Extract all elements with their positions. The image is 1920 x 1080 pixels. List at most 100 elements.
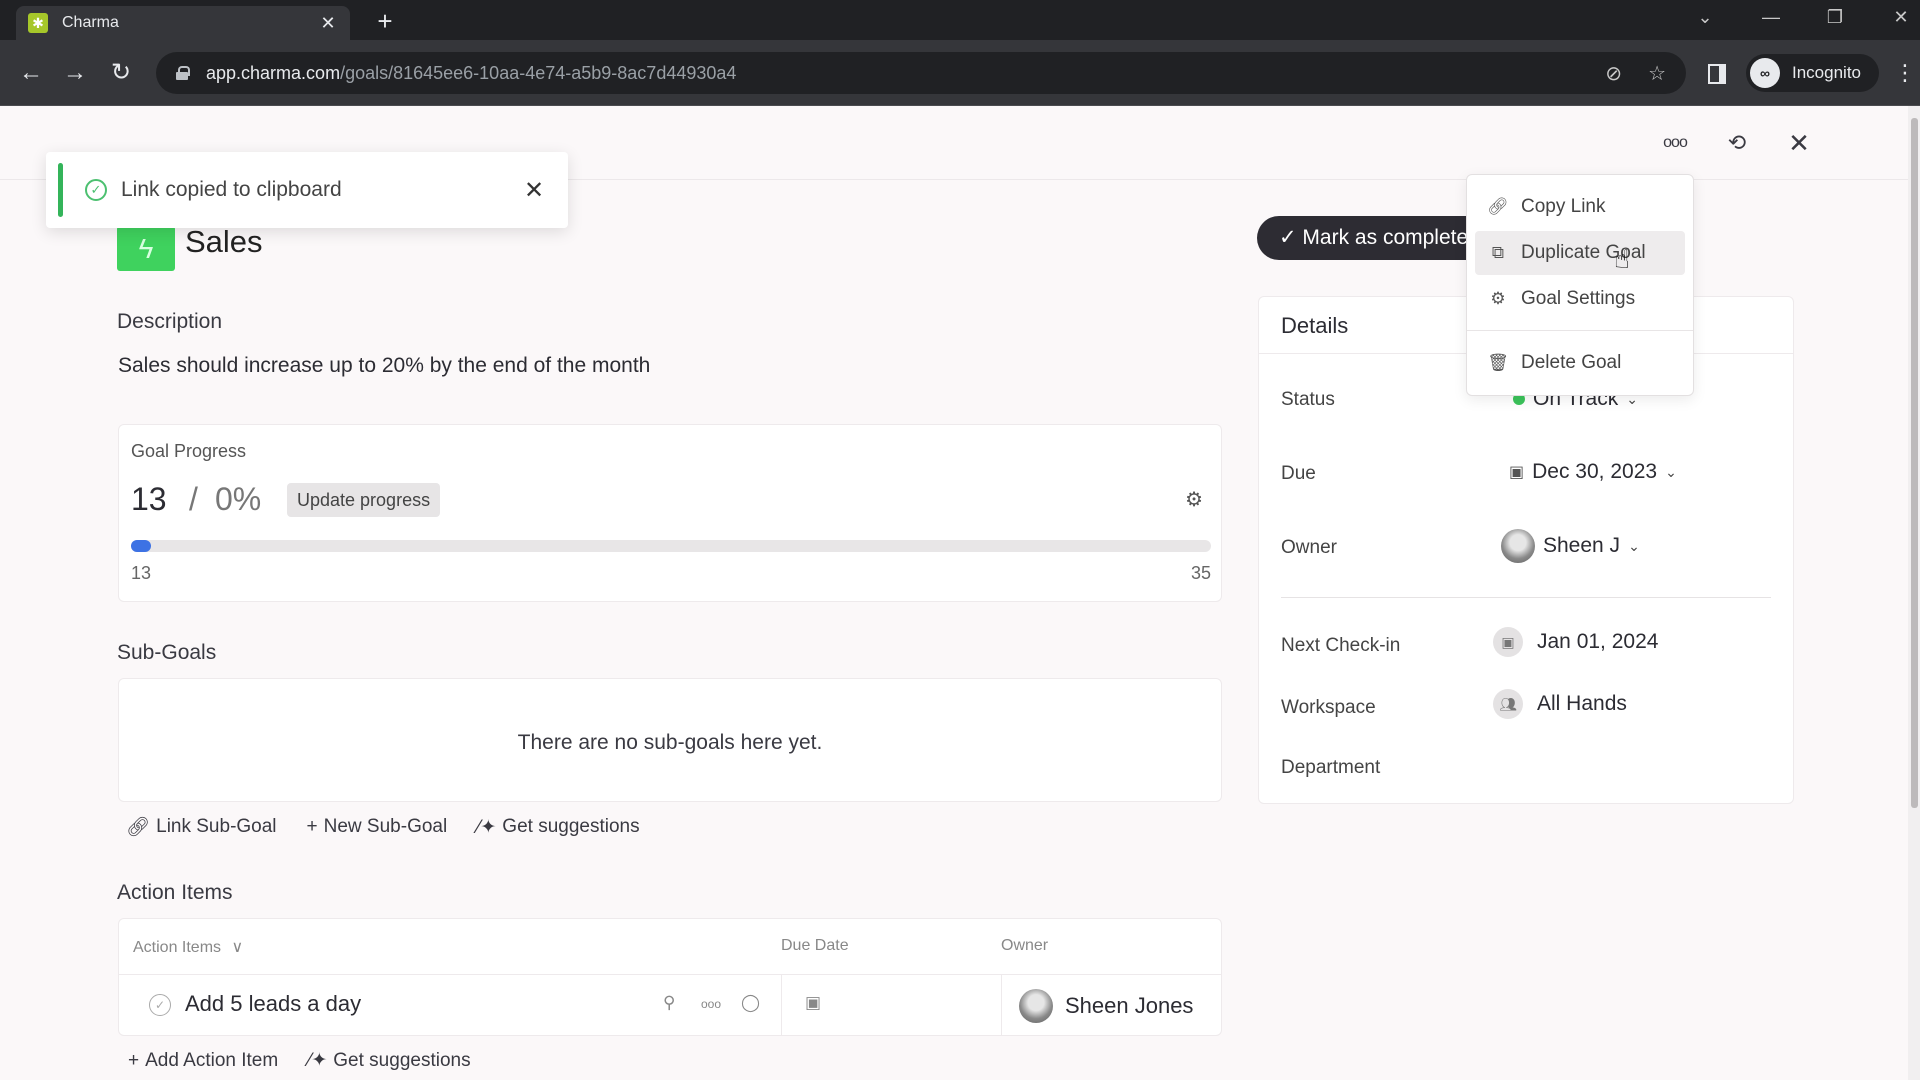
comment-icon[interactable]: ◯ xyxy=(741,993,760,1013)
subgoal-suggestions-button[interactable]: ⁄✦ Get suggestions xyxy=(477,815,639,839)
incognito-profile-button[interactable]: ∞ Incognito xyxy=(1746,54,1879,92)
restore-icon[interactable]: ❐ xyxy=(1820,4,1850,30)
table-row[interactable]: ✓ Add 5 leads a day ⚲ ooo ◯ ▣ Sheen Jone… xyxy=(119,975,1221,1035)
back-icon[interactable]: ← xyxy=(14,56,48,90)
table-header: Action Items ∨ Due Date Owner xyxy=(119,919,1221,975)
people-icon: 👥︎ xyxy=(1493,689,1523,719)
trash-icon: 🗑︎ xyxy=(1487,353,1509,372)
add-action-item-label: Add Action Item xyxy=(145,1049,279,1071)
next-checkin-value-field[interactable]: ▣ Jan 01, 2024 xyxy=(1493,627,1658,657)
more-options-icon[interactable]: ooo xyxy=(701,997,721,1011)
pin-icon[interactable]: ⚲ xyxy=(663,993,675,1013)
owner-label: Owner xyxy=(1281,537,1337,558)
new-tab-button[interactable]: + xyxy=(370,6,400,36)
owner-cell[interactable]: Sheen Jones xyxy=(1019,989,1193,1023)
description-heading: Description xyxy=(117,310,223,333)
new-subgoal-button[interactable]: + New Sub-Goal xyxy=(307,815,448,839)
subgoal-actions: 🔗︎ Link Sub-Goal + New Sub-Goal ⁄✦ Get sugg… xyxy=(126,815,640,839)
menu-item-label: Copy Link xyxy=(1521,196,1606,217)
address-bar[interactable]: app.charma.com /goals/81645ee6-10aa-4e74… xyxy=(156,52,1686,94)
complete-checkbox[interactable]: ✓ xyxy=(149,994,171,1016)
column-label: Action Items xyxy=(133,939,222,956)
avatar xyxy=(1019,989,1053,1023)
next-checkin-label: Next Check-in xyxy=(1281,635,1401,656)
lock-icon xyxy=(176,66,190,80)
forward-icon[interactable]: → xyxy=(58,56,92,90)
eye-off-icon[interactable]: ⊘ xyxy=(1605,61,1622,86)
progress-separator: / xyxy=(189,481,198,517)
mark-complete-button[interactable]: ✓ Mark as complete xyxy=(1257,216,1497,260)
action-item-actions: + Add Action Item ⁄✦ Get suggestions xyxy=(128,1049,471,1072)
link-subgoal-label: Link Sub-Goal xyxy=(156,816,277,837)
add-date-icon[interactable]: ▣ xyxy=(805,993,821,1013)
action-suggestions-button[interactable]: ⁄✦ Get suggestions xyxy=(308,1049,470,1072)
reload-icon[interactable]: ↻ xyxy=(104,56,138,90)
department-label: Department xyxy=(1281,757,1381,778)
progress-current-value: 13 xyxy=(131,481,167,517)
side-panel-icon[interactable] xyxy=(1708,64,1726,84)
browser-tab[interactable]: ✱ Charma ✕ xyxy=(16,6,350,40)
profile-label: Incognito xyxy=(1792,63,1861,82)
menu-item-label: Goal Settings xyxy=(1521,288,1636,309)
close-icon[interactable]: ✕ xyxy=(1782,126,1816,160)
gear-icon[interactable]: ⚙ xyxy=(1185,487,1203,512)
scrollbar-thumb[interactable] xyxy=(1911,118,1918,808)
subgoal-suggestions-label: Get suggestions xyxy=(502,816,640,837)
chevron-down-icon: ⌄ xyxy=(1665,463,1677,480)
add-action-item-button[interactable]: + Add Action Item xyxy=(128,1049,278,1072)
menu-item-copy-link[interactable]: 🔗︎ Copy Link xyxy=(1475,185,1685,229)
column-header-action-items[interactable]: Action Items ∨ xyxy=(133,937,243,957)
toast-close-icon[interactable]: ✕ xyxy=(522,176,546,205)
subgoals-empty-message: There are no sub-goals here yet. xyxy=(517,731,823,754)
next-checkin-value: Jan 01, 2024 xyxy=(1537,630,1659,653)
column-divider xyxy=(781,975,782,1035)
menu-item-delete-goal[interactable]: 🗑︎ Delete Goal xyxy=(1475,341,1685,385)
column-divider xyxy=(1001,975,1002,1035)
goal-description[interactable]: Sales should increase up to 20% by the e… xyxy=(118,354,650,378)
menu-item-goal-settings[interactable]: ⚙ Goal Settings xyxy=(1475,277,1685,321)
action-item-title[interactable]: Add 5 leads a day xyxy=(185,991,361,1017)
lightning-icon[interactable]: ϟ xyxy=(117,226,175,271)
link-icon: 🔗︎ xyxy=(1487,197,1509,216)
details-heading: Details xyxy=(1281,313,1349,338)
minimize-icon[interactable]: — xyxy=(1756,4,1786,30)
column-header-owner: Owner xyxy=(1001,937,1049,954)
action-suggestions-label: Get suggestions xyxy=(333,1049,471,1071)
progress-min: 13 xyxy=(131,563,152,583)
tab-search-icon[interactable]: ⌄ xyxy=(1690,4,1720,30)
chevron-down-icon: ∨ xyxy=(231,939,244,956)
menu-item-duplicate-goal[interactable]: ⧉ Duplicate Goal xyxy=(1475,231,1685,275)
workspace-value-field[interactable]: 👥︎ All Hands xyxy=(1493,689,1627,719)
history-icon[interactable]: ⟲ xyxy=(1720,126,1754,160)
due-date-value: Dec 30, 2023 xyxy=(1532,460,1658,483)
magic-wand-icon: ⁄✦ xyxy=(308,1050,328,1071)
link-icon: 🔗︎ xyxy=(126,817,151,838)
owner-value: Sheen J xyxy=(1543,534,1621,557)
goal-title[interactable]: Sales xyxy=(185,224,263,260)
owner-dropdown[interactable]: Sheen J ⌄ xyxy=(1501,529,1640,563)
update-progress-button[interactable]: Update progress xyxy=(287,483,441,517)
hand-cursor-icon: ☝︎ xyxy=(1614,244,1630,274)
due-label: Due xyxy=(1281,463,1316,484)
bookmark-star-icon[interactable]: ☆ xyxy=(1648,61,1666,86)
chevron-down-icon: ⌄ xyxy=(1628,537,1640,554)
goal-options-menu: 🔗︎ Copy Link ⧉ Duplicate Goal ⚙ Goal Set… xyxy=(1466,174,1694,396)
browser-tab-bar: ✱ Charma ✕ + ⌄ — ❐ ✕ xyxy=(0,0,1920,40)
close-tab-icon[interactable]: ✕ xyxy=(318,13,338,34)
due-date-dropdown[interactable]: ▣ Dec 30, 2023 ⌄ xyxy=(1509,460,1677,484)
page-scrollbar[interactable] xyxy=(1908,106,1920,1080)
browser-menu-icon[interactable]: ⋮ xyxy=(1894,56,1916,90)
calendar-icon: ▣ xyxy=(1493,627,1523,657)
link-subgoal-button[interactable]: 🔗︎ Link Sub-Goal xyxy=(126,815,277,839)
divider xyxy=(1281,597,1771,598)
plus-icon: + xyxy=(128,1049,140,1071)
incognito-icon: ∞ xyxy=(1750,58,1780,88)
new-subgoal-label: New Sub-Goal xyxy=(323,816,448,837)
window-close-icon[interactable]: ✕ xyxy=(1886,4,1916,30)
workspace-label: Workspace xyxy=(1281,697,1376,718)
toast-notification: ✓ Link copied to clipboard ✕ xyxy=(46,152,568,228)
more-options-icon[interactable]: ooo xyxy=(1658,126,1692,160)
toast-message: Link copied to clipboard xyxy=(121,178,342,201)
progress-percent: 0% xyxy=(215,481,262,517)
menu-divider xyxy=(1467,330,1693,331)
